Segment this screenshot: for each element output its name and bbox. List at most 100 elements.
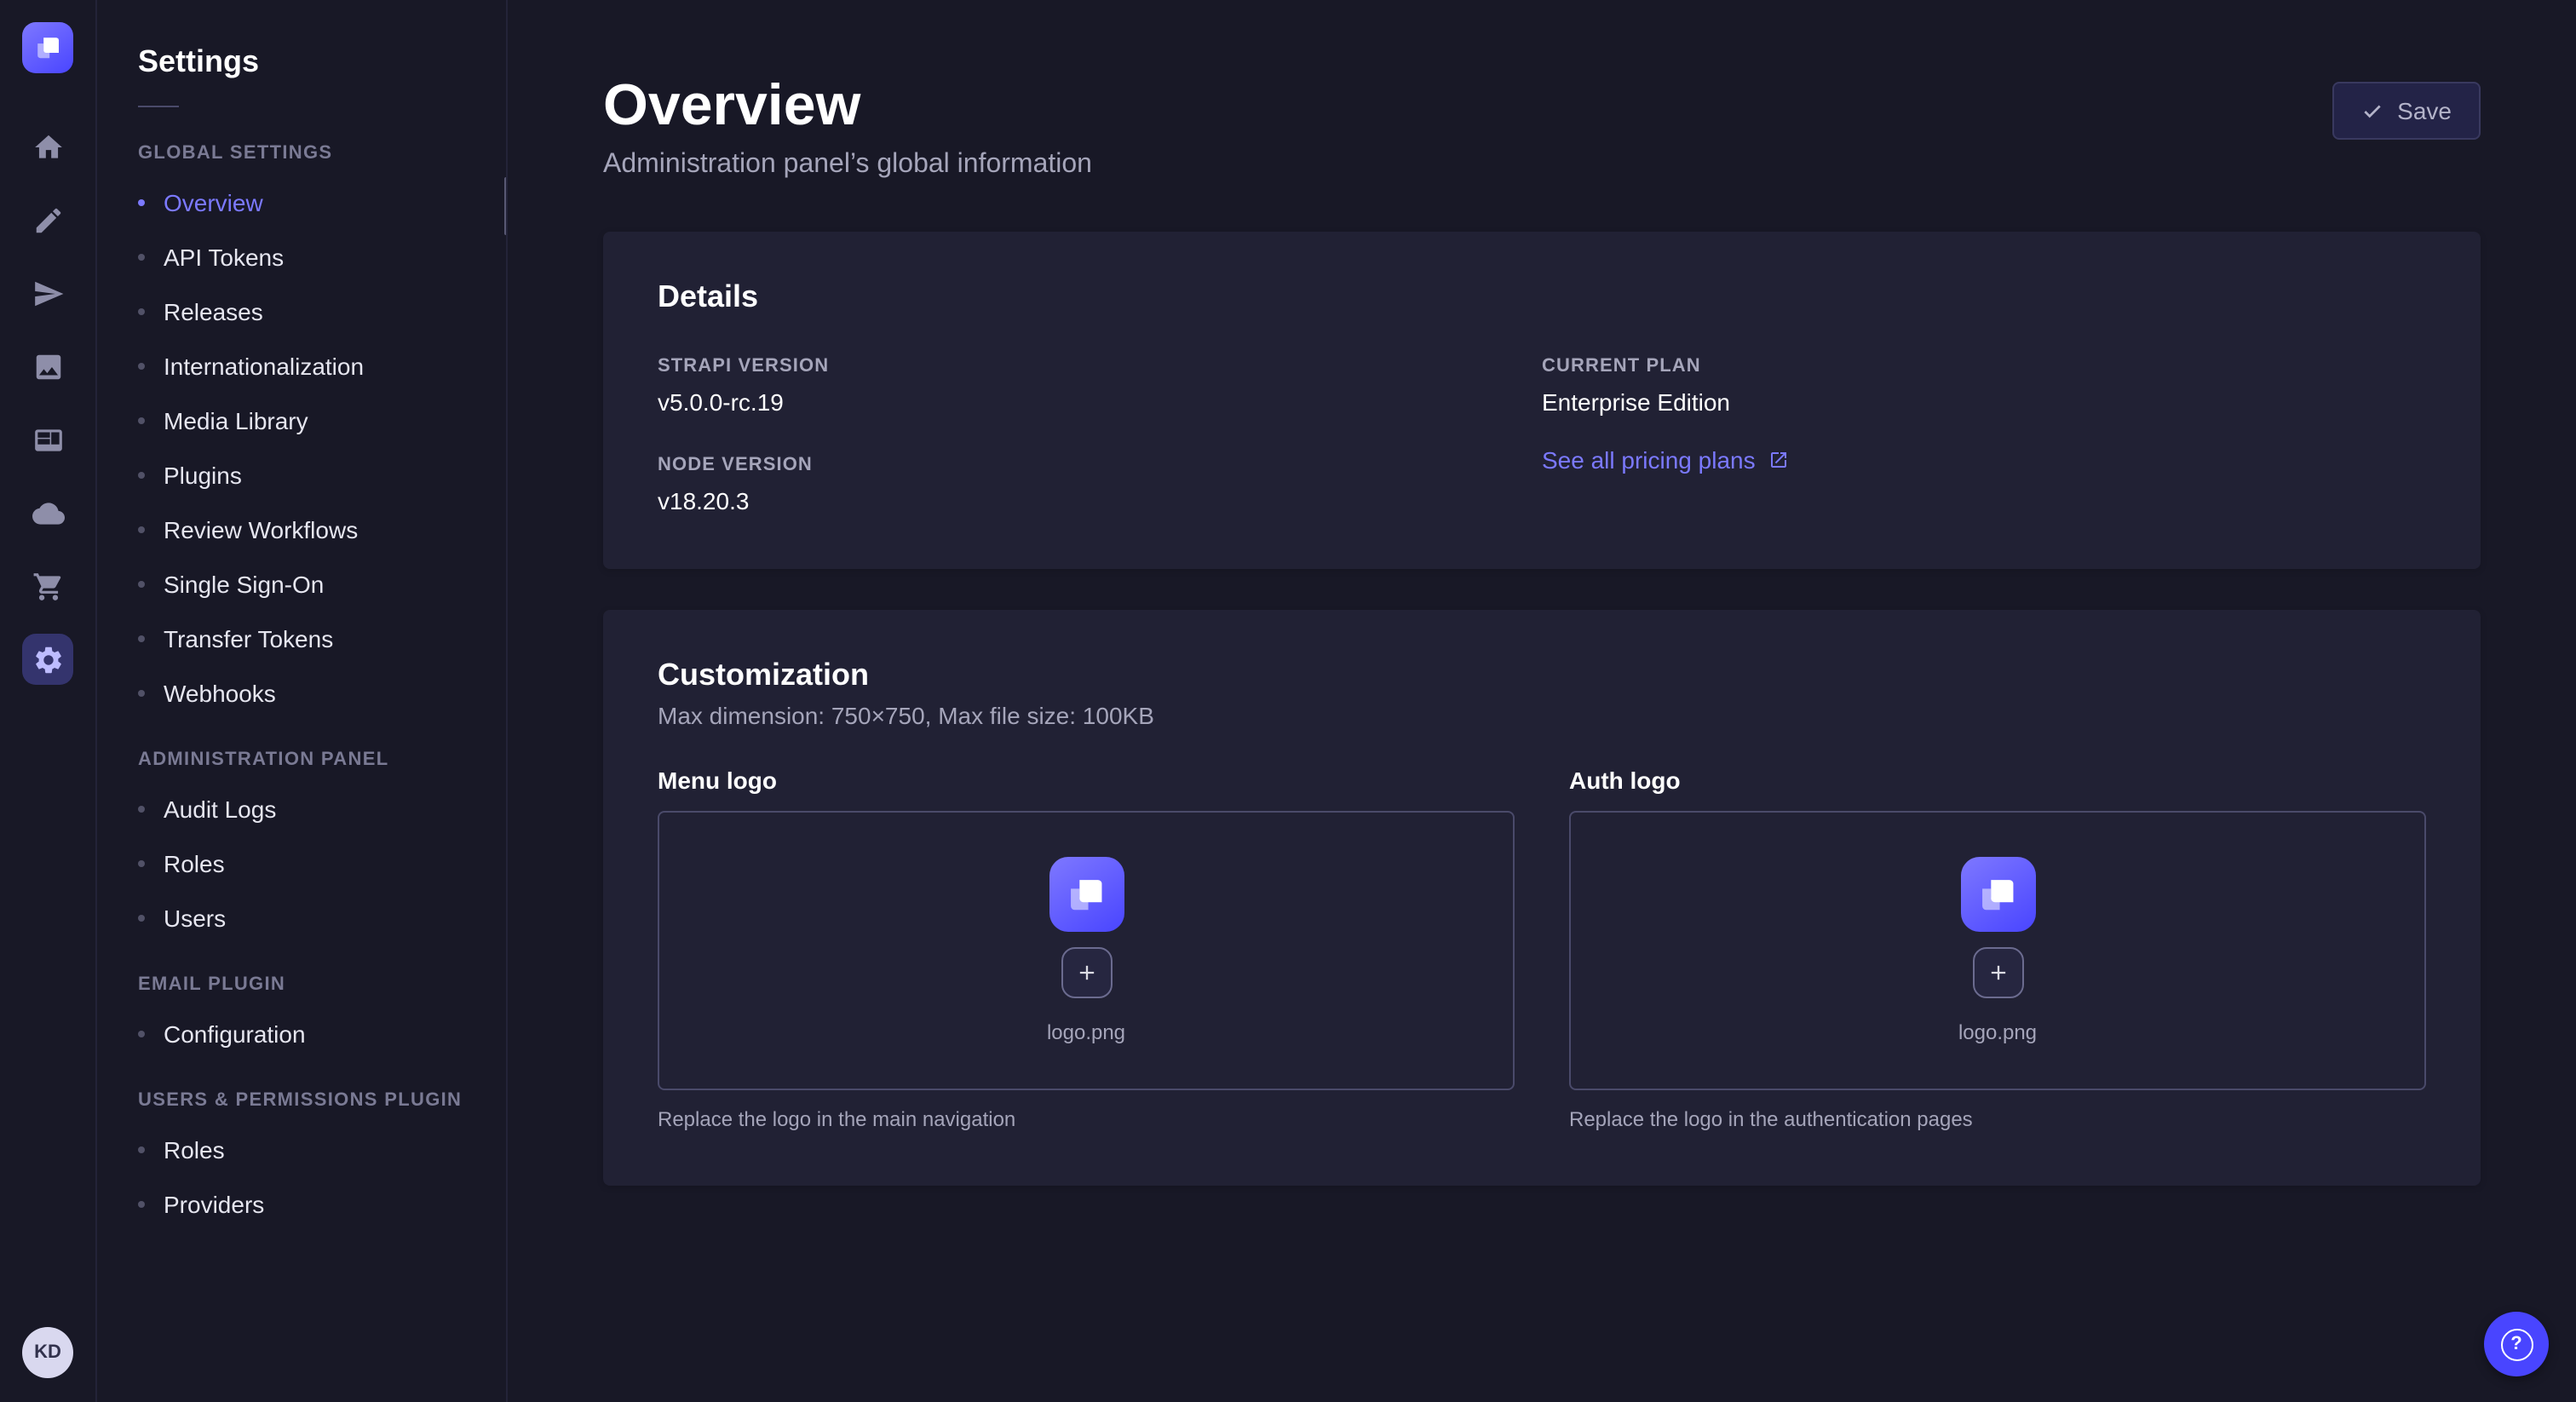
active-item-indicator [504,177,508,235]
menu-logo-add-button[interactable] [1061,948,1112,999]
page-title: Overview [603,75,1092,139]
sidebar-item-plugins[interactable]: Plugins [97,448,506,503]
current-plan-label: CURRENT PLAN [1542,357,2426,377]
bullet-icon [138,417,145,424]
help-button[interactable]: ? [2484,1312,2549,1376]
section-global-settings: GLOBAL SETTINGS [97,114,506,175]
customization-card-subtitle: Max dimension: 750×750, Max file size: 1… [658,703,2426,730]
sidebar-item-label: Releases [164,298,263,325]
marketplace-icon[interactable] [22,560,73,612]
strapi-version-field: STRAPI VERSION v5.0.0-rc.19 [658,357,1542,417]
strapi-version-label: STRAPI VERSION [658,357,1542,377]
releases-icon[interactable] [22,267,73,319]
strapi-version-value: v5.0.0-rc.19 [658,389,1542,417]
strapi-logo-icon [1975,872,2021,919]
customization-card: Customization Max dimension: 750×750, Ma… [603,611,2481,1187]
section-administration-panel: ADMINISTRATION PANEL [97,721,506,782]
sidebar-item-internationalization[interactable]: Internationalization [97,339,506,394]
sidebar-title: Settings [97,44,506,80]
rail-icon-list [22,121,73,685]
sidebar-item-webhooks[interactable]: Webhooks [97,666,506,721]
sidebar-item-admin-roles[interactable]: Roles [97,836,506,891]
logo-uploads: Menu logo logo.png [658,767,2426,1132]
page-subtitle: Administration panel’s global informatio… [603,151,1092,181]
sidebar-item-single-sign-on[interactable]: Single Sign-On [97,557,506,612]
sidebar-item-up-roles[interactable]: Roles [97,1123,506,1177]
sidebar-item-label: Roles [164,1136,225,1164]
auth-logo-upload: Auth logo logo.png [1569,767,2426,1132]
sidebar-item-label: Single Sign-On [164,571,324,598]
bullet-icon [138,1201,145,1208]
check-icon [2361,100,2383,122]
cards-container: Details STRAPI VERSION v5.0.0-rc.19 NODE… [603,233,2481,1187]
strapi-logo[interactable] [22,22,73,73]
content-type-builder-icon[interactable] [22,414,73,465]
page-header: Overview Administration panel’s global i… [603,0,2481,181]
save-button[interactable]: Save [2332,82,2481,140]
sidebar-item-label: API Tokens [164,244,284,271]
strapi-logo-icon [32,32,63,63]
home-icon[interactable] [22,121,73,172]
auth-logo-filename: logo.png [1958,1021,2037,1045]
menu-logo-hint: Replace the logo in the main navigation [658,1108,1515,1132]
pricing-plans-link-label: See all pricing plans [1542,447,1756,474]
sidebar-item-label: Roles [164,850,225,877]
details-card: Details STRAPI VERSION v5.0.0-rc.19 NODE… [603,233,2481,570]
bullet-icon [138,690,145,697]
content-manager-icon[interactable] [22,194,73,245]
sidebar-item-api-tokens[interactable]: API Tokens [97,230,506,284]
bullet-icon [138,915,145,922]
sidebar-item-label: Providers [164,1191,264,1218]
plus-icon [1986,962,2010,985]
sidebar-item-email-configuration[interactable]: Configuration [97,1007,506,1061]
section-users-permissions-plugin: USERS & PERMISSIONS PLUGIN [97,1061,506,1123]
current-plan-value: Enterprise Edition [1542,389,2426,417]
sidebar-item-label: Configuration [164,1020,306,1048]
menu-logo-upload: Menu logo logo.png [658,767,1515,1132]
sidebar-item-label: Transfer Tokens [164,625,333,652]
customization-card-title: Customization [658,658,2426,694]
sidebar-item-label: Overview [164,189,263,216]
auth-logo-preview [1960,858,2035,933]
sidebar-item-overview[interactable]: Overview [97,175,506,230]
node-version-field: NODE VERSION v18.20.3 [658,456,1542,515]
settings-icon[interactable] [22,634,73,685]
strapi-admin-app: KD Settings GLOBAL SETTINGS Overview API… [0,0,2576,1402]
sidebar-item-label: Audit Logs [164,796,276,823]
sidebar-item-label: Webhooks [164,680,276,707]
bullet-icon [138,860,145,867]
save-button-label: Save [2397,97,2452,124]
auth-logo-dropzone[interactable]: logo.png [1569,812,2426,1091]
node-version-label: NODE VERSION [658,456,1542,476]
sidebar-item-media-library[interactable]: Media Library [97,394,506,448]
bullet-icon [138,472,145,479]
node-version-value: v18.20.3 [658,488,1542,515]
bullet-icon [138,1031,145,1037]
nav-rail: KD [0,0,97,1402]
sidebar-item-releases[interactable]: Releases [97,284,506,339]
auth-logo-add-button[interactable] [1972,948,2023,999]
cloud-icon[interactable] [22,487,73,538]
sidebar-item-up-providers[interactable]: Providers [97,1177,506,1232]
user-avatar[interactable]: KD [22,1327,73,1378]
settings-sidebar: Settings GLOBAL SETTINGS Overview API To… [97,0,508,1402]
bullet-icon [138,363,145,370]
bullet-icon [138,581,145,588]
sidebar-item-label: Users [164,905,226,932]
sidebar-item-review-workflows[interactable]: Review Workflows [97,503,506,557]
sidebar-item-audit-logs[interactable]: Audit Logs [97,782,506,836]
sidebar-item-admin-users[interactable]: Users [97,891,506,945]
sidebar-item-transfer-tokens[interactable]: Transfer Tokens [97,612,506,666]
auth-logo-hint: Replace the logo in the authentication p… [1569,1108,2426,1132]
current-plan-field: CURRENT PLAN Enterprise Edition [1542,357,2426,417]
section-email-plugin: EMAIL PLUGIN [97,945,506,1007]
menu-logo-label: Menu logo [658,767,1515,795]
details-right-column: CURRENT PLAN Enterprise Edition See all … [1542,357,2426,515]
menu-logo-preview [1049,858,1124,933]
help-icon: ? [2500,1328,2533,1360]
bullet-icon [138,635,145,642]
media-library-icon[interactable] [22,341,73,392]
pricing-plans-link[interactable]: See all pricing plans [1542,447,2426,474]
strapi-logo-icon [1063,872,1110,919]
menu-logo-dropzone[interactable]: logo.png [658,812,1515,1091]
